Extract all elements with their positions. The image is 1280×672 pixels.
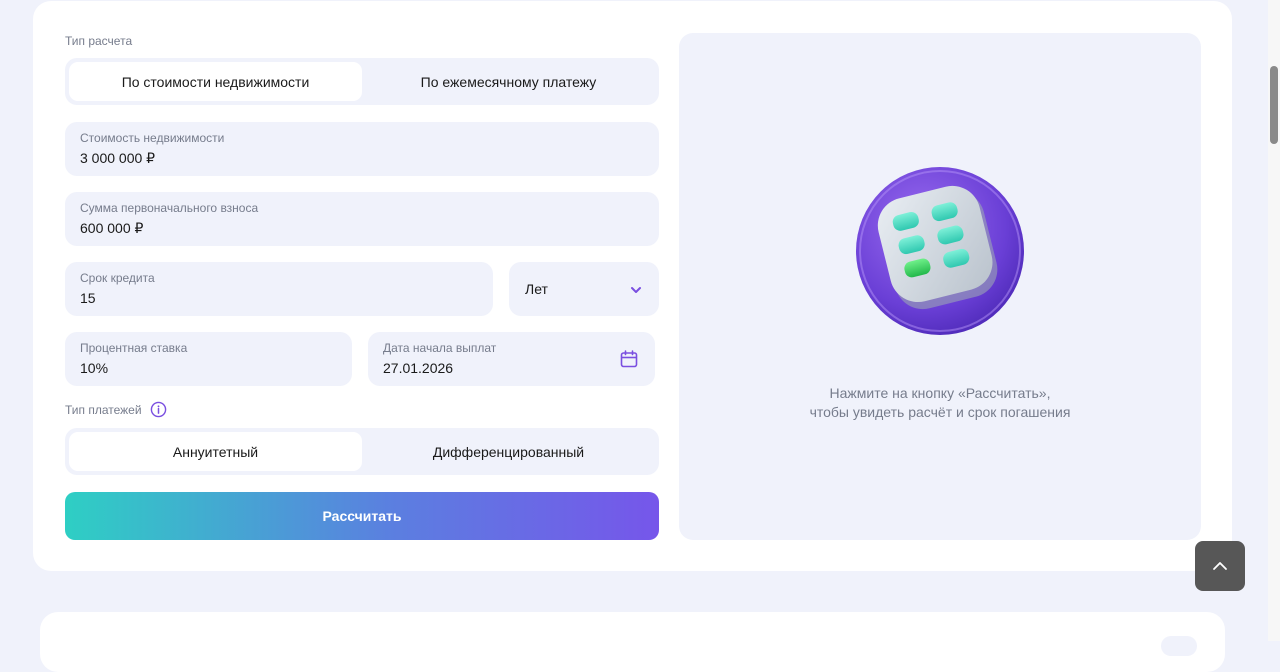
- result-hint: Нажмите на кнопку «Рассчитать», чтобы ув…: [679, 384, 1201, 422]
- start-date-value[interactable]: 27.01.2026: [383, 360, 640, 377]
- chevron-down-icon: [631, 287, 641, 293]
- loan-term-value[interactable]: 15: [80, 290, 478, 307]
- result-hint-line2: чтобы увидеть расчёт и срок погашения: [809, 404, 1071, 420]
- property-cost-field[interactable]: Стоимость недвижимости 3 000 000 ₽: [65, 122, 659, 176]
- term-unit-value: Лет: [525, 280, 548, 297]
- start-date-label: Дата начала выплат: [383, 341, 497, 355]
- calendar-icon[interactable]: [619, 349, 639, 369]
- calc-type-label: Тип расчета: [65, 34, 133, 48]
- result-panel: Нажмите на кнопку «Рассчитать», чтобы ув…: [679, 33, 1201, 540]
- scrollbar-thumb[interactable]: [1270, 66, 1278, 144]
- calculate-button[interactable]: Рассчитать: [65, 492, 659, 540]
- payment-type-label: Тип платежей: [65, 403, 142, 417]
- term-unit-select[interactable]: Лет: [509, 262, 659, 316]
- interest-rate-field[interactable]: Процентная ставка 10%: [65, 332, 352, 386]
- property-cost-label: Стоимость недвижимости: [80, 131, 225, 145]
- info-icon[interactable]: [150, 401, 167, 418]
- loan-term-label: Срок кредита: [80, 271, 155, 285]
- page-scrollbar[interactable]: [1268, 0, 1280, 641]
- calc-type-option-property-cost[interactable]: По стоимости недвижимости: [69, 62, 362, 101]
- calculator-illustration-icon: [856, 167, 1024, 335]
- calc-type-switch: По стоимости недвижимости По ежемесячном…: [65, 58, 659, 105]
- calc-type-option-monthly-payment[interactable]: По ежемесячному платежу: [362, 62, 655, 101]
- payment-type-option-annuity[interactable]: Аннуитетный: [69, 432, 362, 471]
- interest-rate-value[interactable]: 10%: [80, 360, 337, 377]
- start-date-field[interactable]: Дата начала выплат 27.01.2026: [368, 332, 655, 386]
- down-payment-value[interactable]: 600 000 ₽: [80, 220, 644, 237]
- secondary-card-control[interactable]: [1161, 636, 1197, 656]
- scroll-to-top-button[interactable]: [1195, 541, 1245, 591]
- interest-rate-label: Процентная ставка: [80, 341, 188, 355]
- result-hint-line1: Нажмите на кнопку «Рассчитать»,: [829, 385, 1051, 401]
- property-cost-value[interactable]: 3 000 000 ₽: [80, 150, 644, 167]
- payment-type-switch: Аннуитетный Дифференцированный: [65, 428, 659, 475]
- loan-term-field[interactable]: Срок кредита 15: [65, 262, 493, 316]
- payment-type-option-differentiated[interactable]: Дифференцированный: [362, 432, 655, 471]
- down-payment-field[interactable]: Сумма первоначального взноса 600 000 ₽: [65, 192, 659, 246]
- chevron-up-icon: [1213, 562, 1227, 570]
- down-payment-label: Сумма первоначального взноса: [80, 201, 259, 215]
- secondary-card: [40, 612, 1225, 672]
